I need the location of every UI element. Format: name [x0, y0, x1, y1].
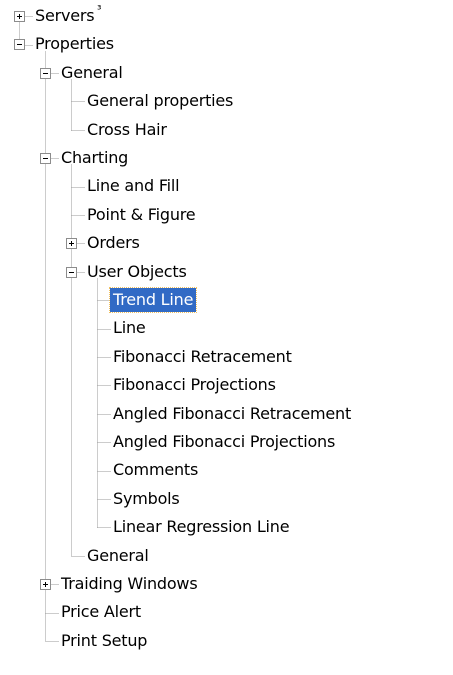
- expand-plus-icon[interactable]: [14, 11, 25, 22]
- tree-node-label[interactable]: Line and Fill: [84, 174, 182, 198]
- tree-node-label[interactable]: Symbols: [110, 487, 183, 511]
- collapse-minus-icon[interactable]: [66, 267, 77, 278]
- tree-node-line-and-fill[interactable]: Line and Fill: [0, 172, 453, 200]
- tree-node-label[interactable]: Charting: [58, 146, 131, 170]
- tree-node-label[interactable]: General properties: [84, 89, 236, 113]
- tree-node-label[interactable]: Angled Fibonacci Projections: [110, 430, 338, 454]
- cursor-artifact-mark: ³: [97, 3, 102, 16]
- tree-node-traiding-windows[interactable]: Traiding Windows: [0, 570, 453, 598]
- collapse-minus-icon[interactable]: [40, 68, 51, 79]
- tree-node-label[interactable]: Price Alert: [58, 600, 144, 624]
- expand-plus-icon[interactable]: [40, 579, 51, 590]
- tree-node-point-and-figure[interactable]: Point & Figure: [0, 201, 453, 229]
- collapse-minus-icon[interactable]: [40, 153, 51, 164]
- tree-node-label[interactable]: Properties: [32, 32, 117, 56]
- tree-node-orders[interactable]: Orders: [0, 229, 453, 257]
- tree-node-general-charting[interactable]: General: [0, 542, 453, 570]
- tree-node-label[interactable]: Trend Line: [108, 287, 198, 313]
- tree-node-linear-regression-line[interactable]: Linear Regression Line: [0, 513, 453, 541]
- tree-node-label[interactable]: Comments: [110, 458, 201, 482]
- properties-tree-view: Servers Properties General General properti…: [0, 0, 453, 675]
- tree-node-fibonacci-projections[interactable]: Fibonacci Projections: [0, 371, 453, 399]
- tree-node-price-alert[interactable]: Price Alert: [0, 598, 453, 626]
- tree-node-label[interactable]: Servers: [32, 4, 97, 28]
- tree-node-label[interactable]: Point & Figure: [84, 203, 198, 227]
- collapse-minus-icon[interactable]: [14, 39, 25, 50]
- tree-node-symbols[interactable]: Symbols: [0, 485, 453, 513]
- tree-node-properties[interactable]: Properties: [0, 30, 453, 58]
- tree-node-general-properties[interactable]: General properties: [0, 87, 453, 115]
- tree-node-label[interactable]: User Objects: [84, 260, 190, 284]
- tree-node-angled-fibonacci-retracement[interactable]: Angled Fibonacci Retracement: [0, 400, 453, 428]
- tree-node-angled-fibonacci-projections[interactable]: Angled Fibonacci Projections: [0, 428, 453, 456]
- tree-node-print-setup[interactable]: Print Setup: [0, 627, 453, 655]
- tree-node-general-section[interactable]: General: [0, 59, 453, 87]
- tree-node-label[interactable]: General: [84, 544, 152, 568]
- tree-node-label[interactable]: Fibonacci Retracement: [110, 345, 295, 369]
- tree-node-label[interactable]: Line: [110, 316, 149, 340]
- tree-node-fibonacci-retracement[interactable]: Fibonacci Retracement: [0, 343, 453, 371]
- tree-node-charting[interactable]: Charting: [0, 144, 453, 172]
- tree-node-label[interactable]: Angled Fibonacci Retracement: [110, 402, 354, 426]
- expand-plus-icon[interactable]: [66, 238, 77, 249]
- tree-node-label[interactable]: Cross Hair: [84, 118, 170, 142]
- tree-node-line[interactable]: Line: [0, 314, 453, 342]
- tree-node-label[interactable]: Fibonacci Projections: [110, 373, 279, 397]
- tree-node-cross-hair[interactable]: Cross Hair: [0, 116, 453, 144]
- tree-node-comments[interactable]: Comments: [0, 456, 453, 484]
- tree-node-label[interactable]: Traiding Windows: [58, 572, 200, 596]
- tree-node-label[interactable]: Orders: [84, 231, 143, 255]
- tree-node-user-objects[interactable]: User Objects: [0, 258, 453, 286]
- tree-node-label[interactable]: General: [58, 61, 126, 85]
- tree-node-trend-line[interactable]: Trend Line: [0, 286, 453, 314]
- tree-node-label[interactable]: Print Setup: [58, 629, 150, 653]
- tree-node-servers[interactable]: Servers: [0, 2, 453, 30]
- tree-node-label[interactable]: Linear Regression Line: [110, 515, 292, 539]
